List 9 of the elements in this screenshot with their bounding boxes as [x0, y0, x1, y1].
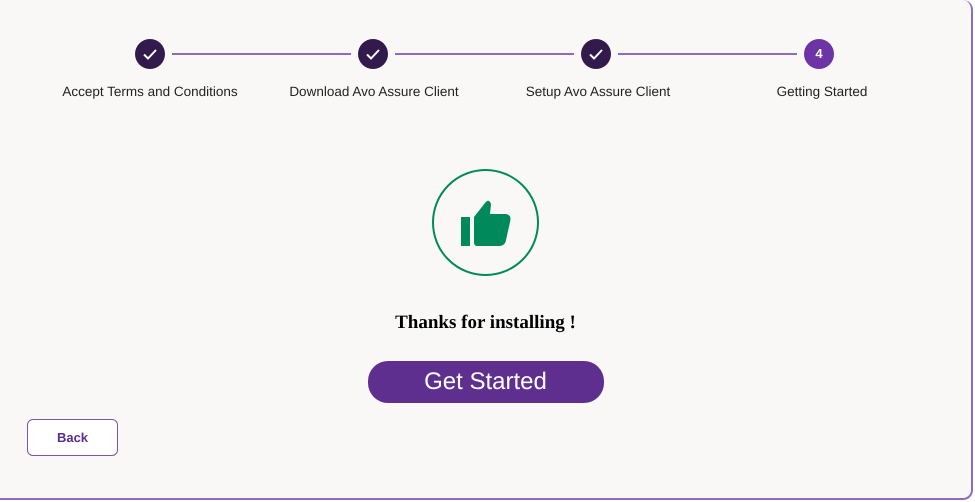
step-label: Accept Terms and Conditions: [62, 84, 238, 99]
step-label: Getting Started: [776, 84, 868, 99]
thumbs-up-icon: [460, 200, 510, 246]
step-label: Setup Avo Assure Client: [526, 84, 670, 99]
success-message: Thanks for installing !: [395, 311, 576, 336]
step-label: Download Avo Assure Client: [289, 84, 459, 99]
get-started-button[interactable]: Get Started: [368, 360, 604, 403]
back-button[interactable]: Back: [27, 419, 118, 456]
step-number: 4: [804, 39, 834, 69]
